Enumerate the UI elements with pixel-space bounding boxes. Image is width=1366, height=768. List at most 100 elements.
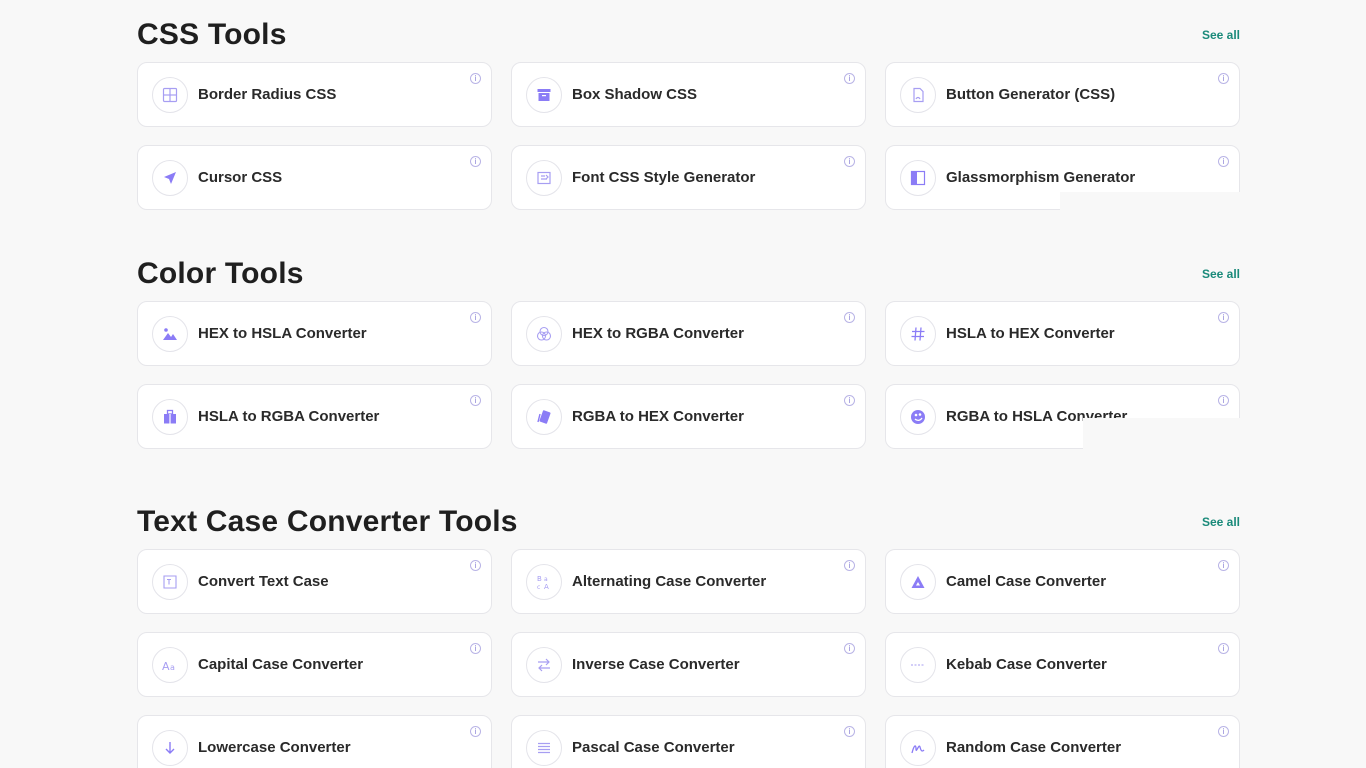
tool-card-label: HEX to RGBA Converter [572,325,744,342]
section-title: Text Case Converter Tools [137,505,518,538]
info-icon[interactable]: i [470,643,481,654]
info-icon[interactable]: i [1218,560,1229,571]
capital-case-icon: Aa [152,646,188,683]
section-title: CSS Tools [137,18,287,51]
see-all-link[interactable]: See all [1202,28,1240,42]
tool-card-label: RGBA to HEX Converter [572,408,744,425]
tool-card-label: Random Case Converter [946,739,1122,756]
section-css-tools: CSS Tools See all Border Radius CSS i Box Sh… [137,0,1240,210]
section-color-tools: Color Tools See all HEX to HSLA Converter i… [137,239,1240,449]
palette-icon [900,398,936,435]
tool-card-label: Glassmorphism Generator [946,169,1136,186]
info-icon[interactable]: i [470,395,481,406]
render-artifact [1060,192,1240,212]
color-circles-icon [526,315,562,352]
tool-card[interactable]: Box Shadow CSS i [511,62,866,127]
info-icon[interactable]: i [1218,312,1229,323]
arrow-down-icon [152,729,188,766]
tool-card[interactable]: Aa Capital Case Converter i [137,632,492,697]
tool-card-label: HSLA to HEX Converter [946,325,1115,342]
tool-card[interactable]: Ba c A Alternating Case Converter i [511,549,866,614]
info-icon[interactable]: i [1218,643,1229,654]
mountain-icon [152,315,188,352]
info-icon[interactable]: i [844,156,855,167]
tool-card[interactable]: HSLA to RGBA Converter i [137,384,492,449]
info-icon[interactable]: i [844,643,855,654]
tool-grid: HEX to HSLA Converter i HEX to RGBA Conver… [137,301,1240,449]
svg-text:a: a [170,663,175,672]
tool-card[interactable]: Border Radius CSS i [137,62,492,127]
info-icon[interactable]: i [1218,73,1229,84]
tool-card[interactable]: Button Generator (CSS) i [885,62,1240,127]
text-frame-icon [152,563,188,600]
tool-card[interactable]: Pascal Case Converter i [511,715,866,768]
tool-card-label: Border Radius CSS [198,86,337,103]
glassmorphism-icon [900,159,936,196]
box-shadow-icon [526,76,562,113]
tool-card[interactable]: Random Case Converter i [885,715,1240,768]
kebab-dash-icon [900,646,936,683]
info-icon[interactable]: i [470,73,481,84]
button-generator-icon [900,76,936,113]
tool-card[interactable]: Camel Case Converter i [885,549,1240,614]
info-icon[interactable]: i [470,560,481,571]
tool-card-label: Camel Case Converter [946,573,1107,590]
hash-icon [900,315,936,352]
svg-text:a: a [544,576,548,583]
section-header: Color Tools See all [137,239,1240,291]
tool-card[interactable]: HSLA to HEX Converter i [885,301,1240,366]
info-icon[interactable]: i [1218,156,1229,167]
svg-text:c: c [537,584,540,591]
info-icon[interactable]: i [844,395,855,406]
svg-text:A: A [544,583,549,591]
tool-grid: Border Radius CSS i Box Shadow CSS i Button … [137,62,1240,210]
info-icon[interactable]: i [470,726,481,737]
info-icon[interactable]: i [470,156,481,167]
info-icon[interactable]: i [844,312,855,323]
section-header: CSS Tools See all [137,0,1240,52]
see-all-link[interactable]: See all [1202,515,1240,529]
tool-card-label: HEX to HSLA Converter [198,325,367,342]
section-header: Text Case Converter Tools See all [137,487,1240,539]
swap-arrows-icon [526,646,562,683]
tool-card-label: Alternating Case Converter [572,573,767,590]
section-text-case-converter-tools: Text Case Converter Tools See all Convert … [137,487,1240,768]
tool-card[interactable]: Inverse Case Converter i [511,632,866,697]
tool-card[interactable]: HEX to RGBA Converter i [511,301,866,366]
tool-card[interactable]: Kebab Case Converter i [885,632,1240,697]
section-title: Color Tools [137,257,304,290]
gift-icon [152,398,188,435]
tool-card[interactable]: Convert Text Case i [137,549,492,614]
svg-text:B: B [537,575,542,583]
info-icon[interactable]: i [1218,726,1229,737]
tool-card[interactable]: RGBA to HEX Converter i [511,384,866,449]
tool-card-label: Lowercase Converter [198,739,351,756]
tool-card-label: Pascal Case Converter [572,739,735,756]
swatch-icon [526,398,562,435]
info-icon[interactable]: i [470,312,481,323]
tool-card-label: Kebab Case Converter [946,656,1107,673]
lines-icon [526,729,562,766]
camel-triangle-icon [900,563,936,600]
info-icon[interactable]: i [844,560,855,571]
info-icon[interactable]: i [844,73,855,84]
info-icon[interactable]: i [1218,395,1229,406]
random-signature-icon [900,729,936,766]
tool-card-label: Inverse Case Converter [572,656,740,673]
tool-card[interactable]: Font CSS Style Generator i [511,145,866,210]
tool-card-label: Font CSS Style Generator [572,169,756,186]
tool-grid: Convert Text Case i Ba c A Alternating Case C… [137,549,1240,768]
tool-card[interactable]: Lowercase Converter i [137,715,492,768]
tool-card-label: Button Generator (CSS) [946,86,1116,103]
info-icon[interactable]: i [844,726,855,737]
render-artifact [1083,418,1243,450]
tool-card-label: HSLA to RGBA Converter [198,408,380,425]
tool-card[interactable]: HEX to HSLA Converter i [137,301,492,366]
svg-text:A: A [162,660,170,673]
tool-card-label: Box Shadow CSS [572,86,698,103]
font-style-icon [526,159,562,196]
see-all-link[interactable]: See all [1202,267,1240,281]
border-radius-icon [152,76,188,113]
tool-card[interactable]: Cursor CSS i [137,145,492,210]
tool-card-label: Capital Case Converter [198,656,364,673]
